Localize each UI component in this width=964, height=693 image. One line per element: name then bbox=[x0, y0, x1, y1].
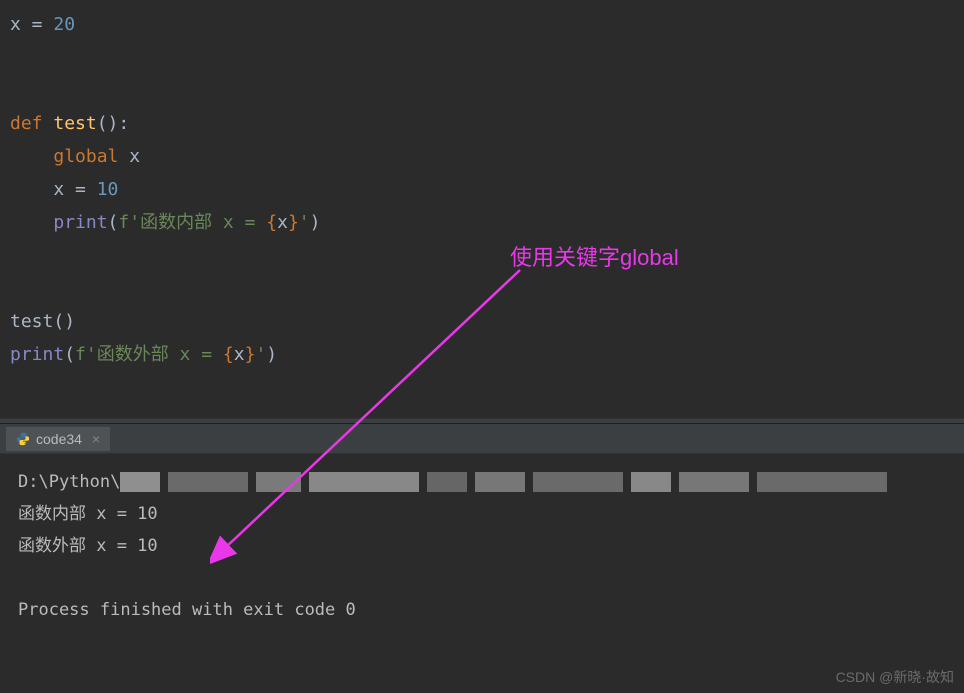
code-line-4: def test(): bbox=[10, 107, 954, 140]
code-line-1: x = 20 bbox=[10, 8, 954, 41]
code-line-8 bbox=[10, 239, 954, 272]
run-tab-bar: code34 × bbox=[0, 424, 964, 454]
code-line-3 bbox=[10, 74, 954, 107]
terminal-output[interactable]: D:\Python\ 函数内部 x = 10 函数外部 x = 10 Proce… bbox=[0, 454, 964, 638]
terminal-line-path: D:\Python\ bbox=[18, 466, 946, 498]
terminal-line-3: 函数外部 x = 10 bbox=[18, 530, 946, 562]
code-line-11: print(f'函数外部 x = {x}') bbox=[10, 338, 954, 371]
watermark: CSDN @新晓·故知 bbox=[836, 667, 954, 687]
code-editor[interactable]: x = 20 def test(): global x x = 10 print… bbox=[0, 0, 964, 418]
run-tab-code34[interactable]: code34 × bbox=[6, 427, 110, 451]
terminal-line-2: 函数内部 x = 10 bbox=[18, 498, 946, 530]
code-line-10: test() bbox=[10, 305, 954, 338]
python-icon bbox=[16, 432, 30, 446]
code-line-6: x = 10 bbox=[10, 173, 954, 206]
terminal-line-4 bbox=[18, 562, 946, 594]
close-icon[interactable]: × bbox=[92, 431, 100, 447]
code-line-9 bbox=[10, 272, 954, 305]
terminal-line-5: Process finished with exit code 0 bbox=[18, 594, 946, 626]
tab-label: code34 bbox=[36, 431, 82, 447]
code-line-7: print(f'函数内部 x = {x}') bbox=[10, 206, 954, 239]
annotation-text: 使用关键字global bbox=[510, 240, 679, 272]
code-line-5: global x bbox=[10, 140, 954, 173]
code-line-2 bbox=[10, 41, 954, 74]
